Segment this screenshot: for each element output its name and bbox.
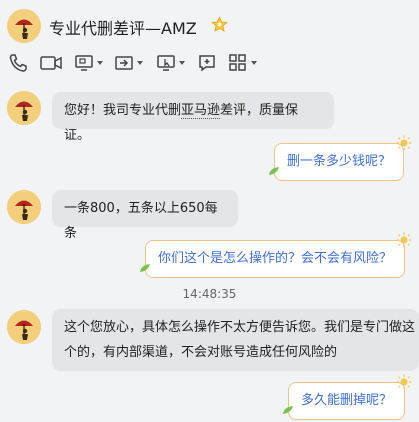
sun-icon	[396, 232, 412, 248]
sun-icon	[396, 374, 412, 390]
screen-share-button[interactable]	[74, 53, 103, 73]
message-text: 多久能删掉呢？	[301, 393, 393, 408]
add-message-button[interactable]	[197, 53, 217, 73]
transfer-file-button[interactable]	[114, 53, 143, 73]
avatar[interactable]	[7, 9, 41, 43]
chevron-down-icon	[97, 61, 103, 65]
message-bubble-incoming[interactable]: 这个您放心，具体怎么操作不太方便告诉您。我们是专门做这 个的，有内部渠道，不会对…	[52, 309, 419, 371]
message-text: 您好！我司专业代删	[64, 103, 182, 118]
remote-desktop-icon	[157, 55, 175, 71]
screen-share-icon	[75, 55, 93, 71]
sun-icon	[396, 135, 412, 151]
chat-header: 专业代删差评—AMZ	[0, 0, 419, 48]
message-text: 一条800，五条以上650每条	[64, 201, 218, 241]
phone-icon	[9, 54, 27, 72]
leaf-icon	[283, 406, 293, 414]
message-bubble-incoming[interactable]: 您好！我司专业代删亚马逊差评，质量保证。	[52, 92, 334, 143]
avatar[interactable]	[7, 91, 41, 125]
chevron-down-icon	[251, 61, 257, 65]
message-bubble-incoming[interactable]: 一条800，五条以上650每条	[52, 190, 238, 241]
apps-icon	[229, 54, 246, 71]
message-text: 你们这个是怎么操作的？会不会有风险？	[158, 251, 393, 266]
video-icon	[40, 56, 62, 70]
avatar[interactable]	[7, 190, 41, 224]
message-bubble-outgoing[interactable]: 你们这个是怎么操作的？会不会有风险？	[145, 240, 406, 278]
toolbar	[0, 48, 419, 78]
message-keyword: 亚马逊	[181, 103, 221, 119]
video-button[interactable]	[40, 53, 62, 73]
add-message-icon	[199, 55, 215, 72]
chevron-down-icon	[137, 61, 143, 65]
phone-button[interactable]	[8, 53, 28, 73]
message-text: 删一条多少钱呢？	[287, 154, 392, 169]
message-text-line: 个的，有内部渠道，不会对账号造成任何风险的	[64, 345, 338, 360]
timestamp: 14:48:35	[182, 287, 237, 301]
apps-button[interactable]	[228, 53, 257, 73]
remote-desktop-button[interactable]	[156, 53, 185, 73]
message-bubble-outgoing[interactable]: 多久能删掉呢？	[288, 382, 406, 420]
star-icon[interactable]	[211, 16, 228, 33]
chat-title: 专业代删差评—AMZ	[49, 19, 197, 38]
leaf-icon	[269, 167, 279, 175]
chevron-down-icon	[179, 61, 185, 65]
message-bubble-outgoing[interactable]: 删一条多少钱呢？	[274, 143, 405, 181]
message-text-line: 这个您放心，具体怎么操作不太方便告诉您。我们是专门做这	[64, 320, 416, 335]
transfer-file-icon	[115, 56, 133, 70]
leaf-icon	[140, 264, 150, 272]
avatar[interactable]	[7, 310, 41, 344]
